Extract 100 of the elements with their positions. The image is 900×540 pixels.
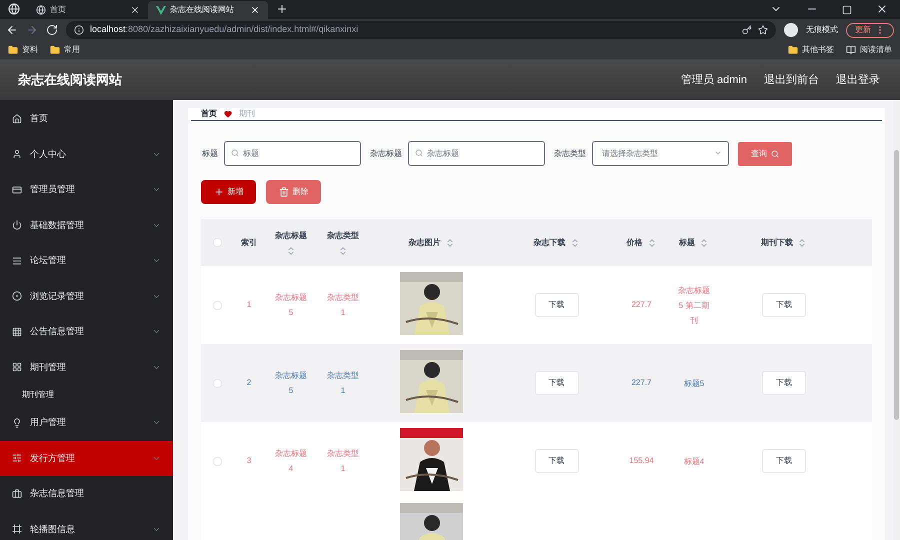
table-cell-text: 标题4 <box>682 456 706 468</box>
close-icon[interactable] <box>130 5 140 15</box>
table-cell-text: 3 <box>246 455 252 467</box>
bulb-icon <box>12 418 22 428</box>
power-icon <box>12 220 22 230</box>
table-cell-text: 2 <box>246 377 252 389</box>
breadcrumb-current: 期刊 <box>239 108 255 120</box>
checkbox[interactable] <box>212 238 222 247</box>
scrollbar[interactable] <box>893 100 900 540</box>
sidebar-item[interactable]: 发行方管理 <box>0 440 173 476</box>
search-field[interactable]: 杂志标题 <box>408 141 545 166</box>
sidebar-item[interactable]: 浏览记录管理 <box>0 278 173 314</box>
column-header: 杂志图片 <box>408 236 440 248</box>
v-logo-icon <box>156 6 166 14</box>
forward-icon[interactable] <box>26 24 38 36</box>
sidebar-item[interactable]: 管理员管理 <box>0 172 173 208</box>
star-icon[interactable] <box>758 25 768 35</box>
search-icon <box>415 149 423 157</box>
download-button[interactable]: 下载 <box>762 449 806 473</box>
breadcrumb-link[interactable]: 首页 <box>201 108 217 120</box>
heart-icon <box>224 110 232 118</box>
card-icon <box>12 184 22 195</box>
restore-icon[interactable] <box>842 5 852 15</box>
column-header: 标题 <box>679 236 695 248</box>
table-cell-text: 杂志标题5 第二期刊 <box>677 284 711 326</box>
column-header: 期刊下载 <box>761 236 793 248</box>
sidebar-item[interactable]: 个人中心 <box>0 136 173 172</box>
filter-label: 杂志标题 <box>370 148 402 160</box>
table-cell-text: 155.94 <box>628 455 655 467</box>
browser-tab[interactable]: 杂志在线阅读网站 <box>148 1 268 19</box>
sort-icon[interactable] <box>797 238 807 248</box>
briefcase-icon <box>12 488 22 499</box>
incognito-label: 无痕模式 <box>806 24 838 36</box>
download-button[interactable]: 下载 <box>762 371 806 395</box>
new-tab-icon[interactable] <box>276 3 288 15</box>
download-button[interactable]: 下载 <box>762 293 806 317</box>
key-icon[interactable] <box>742 25 752 35</box>
add-button[interactable]: 新增 <box>201 180 256 204</box>
sidebar-item[interactable]: 公告信息管理 <box>0 314 173 350</box>
sort-icon[interactable] <box>646 238 656 248</box>
header-link[interactable]: 退出到前台 <box>764 72 819 88</box>
sidebar-item[interactable]: 用户管理 <box>0 405 173 440</box>
sidebar-subitem[interactable]: 期刊管理 <box>0 385 173 405</box>
select-field[interactable]: 请选择杂志类型 <box>592 141 729 166</box>
table-row[interactable]: 3 杂志标题4 杂志类型1 下载 155.94 标题4 下载 <box>201 422 872 500</box>
site-title: 杂志在线阅读网站 <box>18 71 123 90</box>
sort-icon[interactable] <box>338 246 348 256</box>
bookmark[interactable]: 资料 <box>8 44 38 56</box>
back-icon[interactable] <box>6 24 18 36</box>
list-icon <box>12 256 22 266</box>
table-cell-text: 227.7 <box>630 377 653 389</box>
sidebar-item[interactable]: 期刊管理 <box>0 350 173 385</box>
update-button[interactable]: 更新 <box>846 22 894 38</box>
checkbox[interactable] <box>212 378 222 388</box>
table-cell-text: 杂志类型1 <box>326 448 360 475</box>
circle-icon <box>12 291 22 302</box>
sort-icon[interactable] <box>699 238 709 248</box>
url-text: localhost:8080/zazhizaixianyuedu/admin/dist/index.html#/qikanxinxi <box>90 23 360 36</box>
sidebar-item[interactable]: 杂志信息管理 <box>0 476 173 512</box>
reading-list-icon <box>846 45 856 55</box>
table-cell-text: 227.7 <box>630 299 653 311</box>
sort-icon[interactable] <box>286 246 296 256</box>
table-cell-text: 杂志标题5 <box>274 292 308 319</box>
download-button[interactable]: 下载 <box>534 371 578 395</box>
table-cell-text: 标题5 <box>682 378 706 390</box>
browser-tab[interactable]: 首页 <box>28 1 148 19</box>
reload-icon[interactable] <box>46 24 58 36</box>
search-field[interactable]: 标题 <box>224 141 361 166</box>
column-header: 索引 <box>241 236 257 248</box>
user-icon <box>12 149 22 160</box>
table-row[interactable]: 2 杂志标题5 杂志类型1 下载 227.7 标题5 下载 <box>201 344 872 422</box>
plus-icon <box>214 187 224 197</box>
folder-icon <box>50 45 60 55</box>
folder-icon <box>788 45 798 55</box>
address-field[interactable]: localhost:8080/zazhizaixianyuedu/admin/dist/index.html#/qikanxinxi <box>66 21 776 39</box>
close-icon[interactable] <box>876 3 888 15</box>
sidebar-item[interactable]: 首页 <box>0 101 173 136</box>
header-link[interactable]: 退出登录 <box>836 72 880 88</box>
globe-icon <box>36 5 46 15</box>
bookmark[interactable]: 常用 <box>50 44 80 56</box>
table-cell-text: 杂志类型1 <box>326 370 360 397</box>
header-link[interactable]: 管理员 admin <box>680 72 747 88</box>
sort-icon[interactable] <box>570 238 580 248</box>
frame-icon <box>12 524 22 534</box>
download-button[interactable]: 下载 <box>534 293 578 317</box>
sidebar-item[interactable]: 基础数据管理 <box>0 208 173 243</box>
sort-icon[interactable] <box>444 238 454 248</box>
download-button[interactable]: 下载 <box>534 449 578 473</box>
sidebar-item[interactable]: 论坛管理 <box>0 243 173 278</box>
globe-icon <box>8 3 20 15</box>
table-cell-text: 杂志标题4 <box>274 448 308 475</box>
table-row[interactable]: 1 杂志标题5 杂志类型1 下载 227.7 杂志标题5 第二期刊 下载 <box>201 266 872 344</box>
sliders-icon <box>12 453 22 464</box>
close-icon[interactable] <box>250 5 260 15</box>
bookmark[interactable]: 阅读清单 <box>846 44 892 56</box>
checkbox[interactable] <box>212 456 222 466</box>
checkbox[interactable] <box>212 300 222 310</box>
sidebar-item[interactable]: 轮播图信息 <box>0 512 173 540</box>
grid-icon <box>12 326 22 337</box>
bookmark[interactable]: 其他书签 <box>788 44 834 56</box>
